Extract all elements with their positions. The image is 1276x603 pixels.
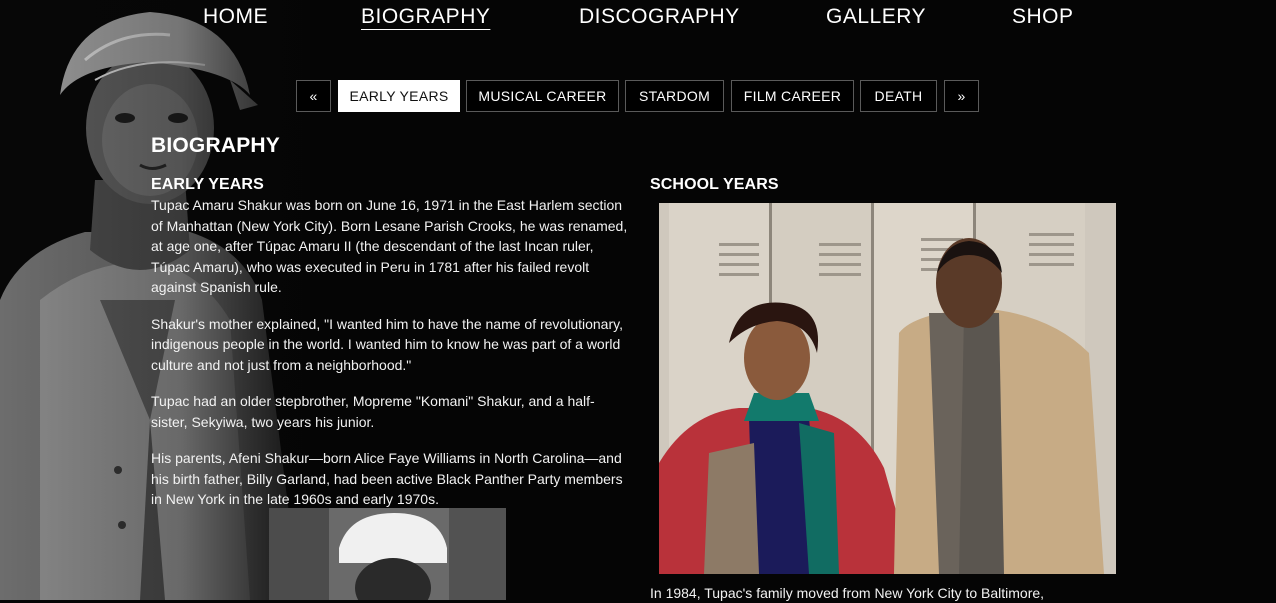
early-years-paragraph: Tupac had an older stepbrother, Mopreme … (151, 393, 595, 430)
early-years-paragraph: Tupac Amaru Shakur was born on June 16, … (151, 197, 628, 295)
next-page-button[interactable]: » (944, 80, 979, 112)
early-years-text: Tupac Amaru Shakur was born on June 16, … (151, 195, 631, 526)
tab-musical-career[interactable]: MUSICAL CAREER (466, 80, 619, 112)
early-years-paragraph: His parents, Afeni Shakur—born Alice Fay… (151, 450, 623, 507)
school-years-paragraph: In 1984, Tupac's family moved from New Y… (650, 585, 1045, 601)
nav-gallery[interactable]: GALLERY (826, 5, 926, 29)
nav-biography[interactable]: BIOGRAPHY (361, 5, 490, 29)
teen-photo (269, 508, 506, 600)
prev-page-button[interactable]: « (296, 80, 331, 112)
tab-early-years[interactable]: EARLY YEARS (338, 80, 460, 112)
early-years-paragraph: Shakur's mother explained, "I wanted him… (151, 315, 623, 373)
school-years-heading: SCHOOL YEARS (650, 176, 779, 193)
tab-death[interactable]: DEATH (860, 80, 937, 112)
main-nav: HOME BIOGRAPHY DISCOGRAPHY GALLERY SHOP (0, 0, 1276, 40)
tab-film-career[interactable]: FILM CAREER (731, 80, 854, 112)
page-title: BIOGRAPHY (151, 134, 280, 157)
nav-shop[interactable]: SHOP (1012, 5, 1074, 29)
nav-discography[interactable]: DISCOGRAPHY (579, 5, 740, 29)
nav-home[interactable]: HOME (203, 5, 268, 29)
early-years-heading: EARLY YEARS (151, 176, 264, 193)
tab-stardom[interactable]: STARDOM (625, 80, 724, 112)
school-years-photo (659, 203, 1116, 574)
